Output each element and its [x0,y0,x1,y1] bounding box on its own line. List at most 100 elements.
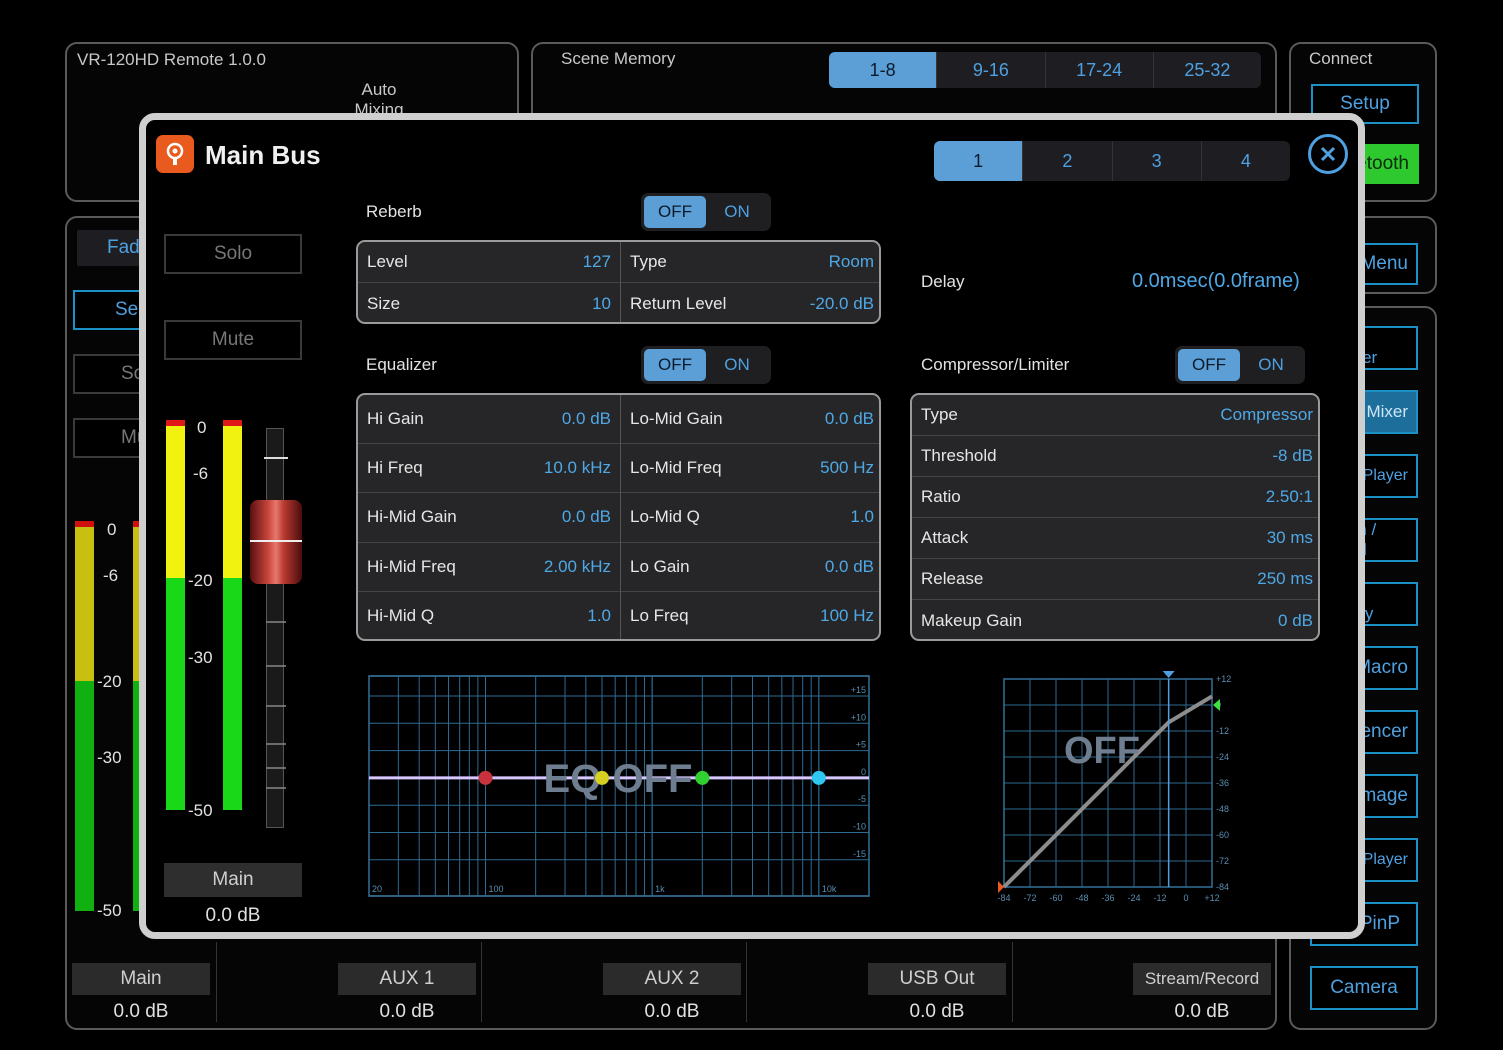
comp-output-tick: -60 [1216,830,1229,840]
eq-param-label: Hi-Mid Gain [367,507,457,527]
eq-param-value: 100 Hz [820,606,874,626]
eq-param-cell[interactable]: Hi-Mid Q 1.0 [358,592,620,639]
reverb-toggle: OFF ON [641,193,771,231]
comp-output-tick: -12 [1216,726,1229,736]
reverb-off-button[interactable]: OFF [644,196,706,228]
eq-param-value: 2.00 kHz [543,556,611,576]
eq-param-value: 0.0 dB [824,409,874,429]
eq-param-value: 10.0 kHz [543,458,611,478]
compressor-param-cell[interactable]: Makeup Gain 0 dB [912,600,1318,639]
eq-band-handle[interactable] [811,770,826,785]
compressor-param-value: Compressor [1220,405,1313,424]
bg-scale-20: -20 [97,672,122,691]
compressor-off-button[interactable]: OFF [1178,349,1240,381]
scene-bank-tabs: 1-8 9-16 17-24 25-32 [829,52,1261,88]
reverb-size-value: 10 [592,293,611,313]
threshold-marker-icon[interactable] [1162,671,1175,678]
scene-memory-title: Scene Memory [561,49,676,68]
compressor-param-value: 0 dB [1278,610,1313,630]
reverb-level-label: Level [367,252,408,271]
scene-bank-tab-1[interactable]: 1-8 [829,52,938,88]
bus-tab-3[interactable]: 3 [1113,141,1202,181]
eq-param-cell[interactable]: Lo-Mid Q 1.0 [621,493,879,543]
level-meter-left [166,420,185,810]
equalizer-off-button[interactable]: OFF [644,349,706,381]
channel-aux1-label[interactable]: AUX 1 [338,963,476,995]
eq-freq-tick: 10k [822,884,837,894]
reverb-type-cell[interactable]: Type Room [621,242,879,283]
compressor-param-cell[interactable]: Type Compressor [912,395,1318,436]
eq-param-label: Lo-Mid Gain [630,409,723,429]
delay-value[interactable]: 0.0msec(0.0frame) [1132,270,1300,293]
reverb-type-label: Type [630,252,667,271]
eq-param-label: Hi Freq [367,458,423,478]
compressor-param-value: 2.50:1 [1265,487,1313,506]
bus-tab-1[interactable]: 1 [934,141,1024,181]
eq-param-cell[interactable]: Hi Gain 0.0 dB [358,395,620,445]
channel-aux2-label[interactable]: AUX 2 [603,963,741,995]
compressor-graph[interactable]: -84+12-720-60-12-48-24-36-36-24-48-12-60… [998,665,1244,901]
bus-tab-2[interactable]: 2 [1023,141,1113,181]
solo-button[interactable]: Solo [164,234,302,274]
channel-divider [216,942,217,1022]
comp-input-tick: 0 [1183,893,1188,901]
comp-output-tick: -24 [1216,752,1229,762]
channel-usb-out-label[interactable]: USB Out [868,963,1006,995]
reverb-size-label: Size [367,293,401,313]
compressor-on-button[interactable]: ON [1240,349,1302,381]
eq-param-cell[interactable]: Lo Freq 100 Hz [621,592,879,639]
mute-button[interactable]: Mute [164,320,302,360]
compressor-param-cell[interactable]: Attack 30 ms [912,518,1318,559]
compressor-param-cell[interactable]: Release 250 ms [912,559,1318,600]
comp-input-tick: -72 [1023,893,1036,901]
eq-band-handle[interactable] [594,770,609,785]
scene-bank-tab-4[interactable]: 25-32 [1154,52,1261,88]
eq-param-cell[interactable]: Hi Freq 10.0 kHz [358,444,620,494]
bus-tab-4[interactable]: 4 [1202,141,1290,181]
reverb-return-cell[interactable]: Return Level -20.0 dB [621,283,879,322]
scene-bank-tab-2[interactable]: 9-16 [937,52,1046,88]
compressor-param-cell[interactable]: Ratio 2.50:1 [912,477,1318,518]
compressor-param-cell[interactable]: Threshold -8 dB [912,436,1318,477]
channel-main-label[interactable]: Main [72,963,210,995]
equalizer-on-button[interactable]: ON [706,349,768,381]
comp-input-tick: -48 [1075,893,1088,901]
eq-graph[interactable]: +15 +10 +5 0 -5 -10 -15 20 100 1k 10k EQ OFF [368,675,870,897]
eq-gain-tick: +15 [851,685,866,695]
comp-output-tick: +12 [1216,674,1231,684]
channel-stream-record-value: 0.0 dB [1174,1001,1230,1022]
eq-param-value: 1.0 [850,507,874,527]
scene-bank-tab-3[interactable]: 17-24 [1046,52,1154,88]
channel-aux1-value: 0.0 dB [379,1001,435,1022]
fader-knob[interactable] [250,500,302,584]
eq-param-cell[interactable]: Hi-Mid Gain 0.0 dB [358,493,620,543]
channel-stream-record-label[interactable]: Stream/Record [1133,963,1271,995]
mixer-app-icon [156,135,194,173]
eq-param-label: Lo Gain [630,556,690,576]
reverb-size-cell[interactable]: Size 10 [358,283,620,322]
bus-tabs: 1 2 3 4 [934,141,1290,181]
close-icon[interactable] [1308,134,1348,174]
reverb-table: Level 127 Type Room Size 10 Return Level -20… [356,240,881,324]
eq-param-label: Hi Gain [367,409,424,429]
compressor-param-label: Threshold [921,446,997,465]
reverb-on-button[interactable]: ON [706,196,768,228]
eq-param-cell[interactable]: Hi-Mid Freq 2.00 kHz [358,543,620,592]
meter-scale-20: -20 [188,571,213,590]
eq-param-cell[interactable]: Lo-Mid Freq 500 Hz [621,444,879,494]
reverb-return-label: Return Level [630,293,727,313]
comp-output-tick: -72 [1216,856,1229,866]
camera-button[interactable]: Camera [1310,966,1418,1010]
eq-band-handle[interactable] [478,770,493,785]
channel-divider [746,942,747,1022]
eq-param-value: 500 Hz [820,458,874,478]
eq-param-cell[interactable]: Lo-Mid Gain 0.0 dB [621,395,879,445]
bg-scale-6: -6 [103,566,119,585]
eq-freq-tick: 1k [655,884,665,894]
compressor-param-label: Release [921,569,984,588]
reverb-level-cell[interactable]: Level 127 [358,242,620,283]
eq-freq-tick: 100 [488,884,503,894]
eq-band-handle[interactable] [695,770,710,785]
eq-param-cell[interactable]: Lo Gain 0.0 dB [621,543,879,592]
eq-gain-tick: +5 [856,740,866,750]
